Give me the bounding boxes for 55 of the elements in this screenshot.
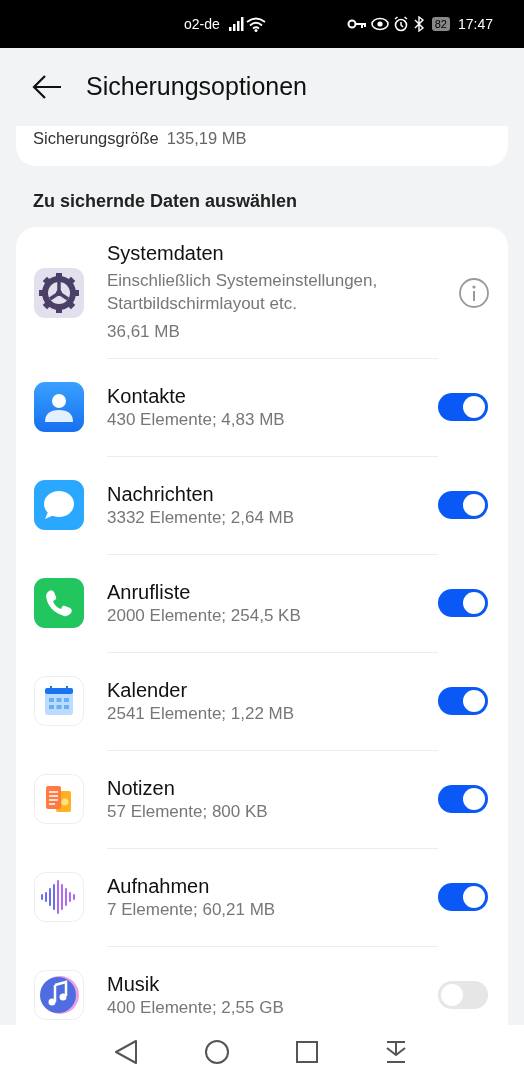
notes-icon (34, 774, 84, 824)
signal-icon (227, 17, 246, 31)
item-size: 400 Elemente; 2,55 GB (107, 996, 285, 1019)
item-title: Notizen (107, 775, 176, 801)
item-title: Kalender (107, 677, 189, 703)
item-description: Einschließlich Systemeinstellungen, Startbildschirmlayout etc. (107, 270, 379, 315)
recents-icon (294, 1039, 320, 1065)
key-icon (346, 18, 367, 30)
toggle-switch[interactable] (438, 785, 488, 813)
toggle-switch[interactable] (438, 687, 488, 715)
carrier-label: o2-de (184, 14, 220, 34)
item-title: Anrufliste (107, 579, 192, 605)
item-size: 430 Elemente; 4,83 MB (107, 408, 286, 431)
back-icon (32, 75, 62, 100)
item-size: 2541 Elemente; 1,22 MB (107, 702, 296, 725)
bluetooth-icon (412, 16, 425, 32)
calendar-icon (34, 676, 84, 726)
nav-button[interactable] (294, 1039, 320, 1065)
item-size: 57 Elemente; 800 KB (107, 800, 269, 823)
page-title: Sicherungsoptionen (86, 71, 307, 103)
nav-button[interactable] (113, 1039, 139, 1065)
home-icon (204, 1039, 230, 1065)
item-size: 36,61 MB (107, 320, 181, 343)
person-icon (34, 382, 84, 432)
music-note-icon (34, 970, 84, 1020)
item-title: Nachrichten (107, 481, 215, 507)
summary-value: 135,19 MB (166, 128, 247, 149)
info-icon (458, 276, 490, 309)
back-icon (113, 1039, 139, 1065)
back-button[interactable] (32, 74, 62, 100)
toggle-switch[interactable] (438, 393, 488, 421)
item-title: Musik (107, 971, 161, 997)
phone-icon (34, 578, 84, 628)
item-title: Kontakte (107, 383, 187, 409)
gear-icon (34, 267, 84, 318)
eye-icon (370, 17, 389, 31)
info-button[interactable] (458, 276, 490, 309)
item-title: Systemdaten (107, 241, 225, 267)
wifi-icon (245, 16, 266, 32)
nav-button[interactable] (204, 1039, 230, 1065)
summary-label: Sicherungsgröße (33, 128, 159, 149)
toggle-switch[interactable] (438, 589, 488, 617)
toggle-switch[interactable] (438, 491, 488, 519)
status-time: 17:47 (457, 14, 493, 34)
item-size: 2000 Elemente; 254,5 KB (107, 604, 302, 627)
alarm-icon (392, 16, 409, 32)
item-size: 7 Elemente; 60,21 MB (107, 898, 277, 921)
section-heading: Zu sichernde Daten auswählen (32, 190, 299, 213)
sound-wave-icon (34, 872, 84, 922)
item-size: 3332 Elemente; 2,64 MB (107, 506, 296, 529)
item-title: Aufnahmen (107, 873, 211, 899)
toggle-switch[interactable] (438, 981, 488, 1009)
chat-bubble-icon (34, 480, 84, 530)
battery-indicator: 82 (431, 17, 450, 31)
toggle-switch[interactable] (438, 883, 488, 911)
